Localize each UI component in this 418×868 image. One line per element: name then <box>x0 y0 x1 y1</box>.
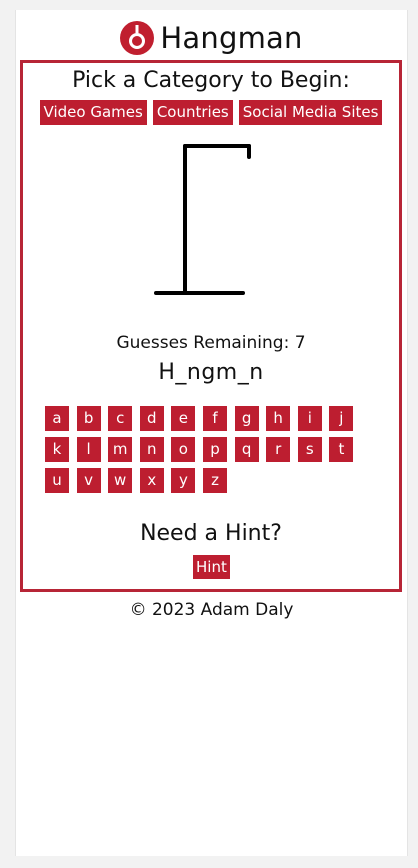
letter-button-r[interactable]: r <box>266 437 291 462</box>
letter-button-o[interactable]: o <box>171 437 196 462</box>
letter-button-w[interactable]: w <box>108 468 133 493</box>
letter-button-h[interactable]: h <box>266 406 291 431</box>
letter-button-n[interactable]: n <box>139 437 164 462</box>
game-panel: Pick a Category to Begin: Video Games Co… <box>20 60 402 592</box>
letter-button-m[interactable]: m <box>108 437 133 462</box>
app-title: Hangman <box>160 21 303 55</box>
letter-button-k[interactable]: k <box>45 437 69 462</box>
letter-button-f[interactable]: f <box>203 406 227 431</box>
letter-button-z[interactable]: z <box>203 468 227 493</box>
letter-button-c[interactable]: c <box>108 406 133 431</box>
letter-button-u[interactable]: u <box>45 468 69 493</box>
letter-button-y[interactable]: y <box>171 468 196 493</box>
category-button-social-media-sites[interactable]: Social Media Sites <box>238 100 383 125</box>
category-button-video-games[interactable]: Video Games <box>39 100 147 125</box>
page: Hangman Pick a Category to Begin: Video … <box>15 10 408 856</box>
letter-button-e[interactable]: e <box>171 406 196 431</box>
letter-button-t[interactable]: t <box>329 437 354 462</box>
hint-title: Need a Hint? <box>140 521 282 546</box>
guesses-remaining: Guesses Remaining: 7 <box>116 333 306 353</box>
letter-button-q[interactable]: q <box>234 437 259 462</box>
letter-button-d[interactable]: d <box>139 406 164 431</box>
letter-button-j[interactable]: j <box>329 406 354 431</box>
letter-button-b[interactable]: b <box>76 406 101 431</box>
hint-button[interactable]: Hint <box>193 555 230 579</box>
footer-copyright: © 2023 Adam Daly <box>129 600 294 620</box>
letter-button-g[interactable]: g <box>234 406 259 431</box>
gallows-drawing <box>153 141 253 305</box>
letter-button-x[interactable]: x <box>139 468 164 493</box>
letter-button-i[interactable]: i <box>297 406 322 431</box>
header: Hangman <box>16 16 407 60</box>
category-buttons: Video Games Countries Social Media Sites <box>23 100 399 125</box>
letter-button-a[interactable]: a <box>45 406 69 431</box>
category-button-countries[interactable]: Countries <box>152 100 233 125</box>
letter-button-v[interactable]: v <box>76 468 101 493</box>
category-title: Pick a Category to Begin: <box>72 68 350 93</box>
letter-button-l[interactable]: l <box>76 437 101 462</box>
noose-icon <box>120 21 155 55</box>
letter-button-s[interactable]: s <box>297 437 322 462</box>
letter-button-p[interactable]: p <box>203 437 227 462</box>
word-display: H_ngm_n <box>158 360 264 385</box>
